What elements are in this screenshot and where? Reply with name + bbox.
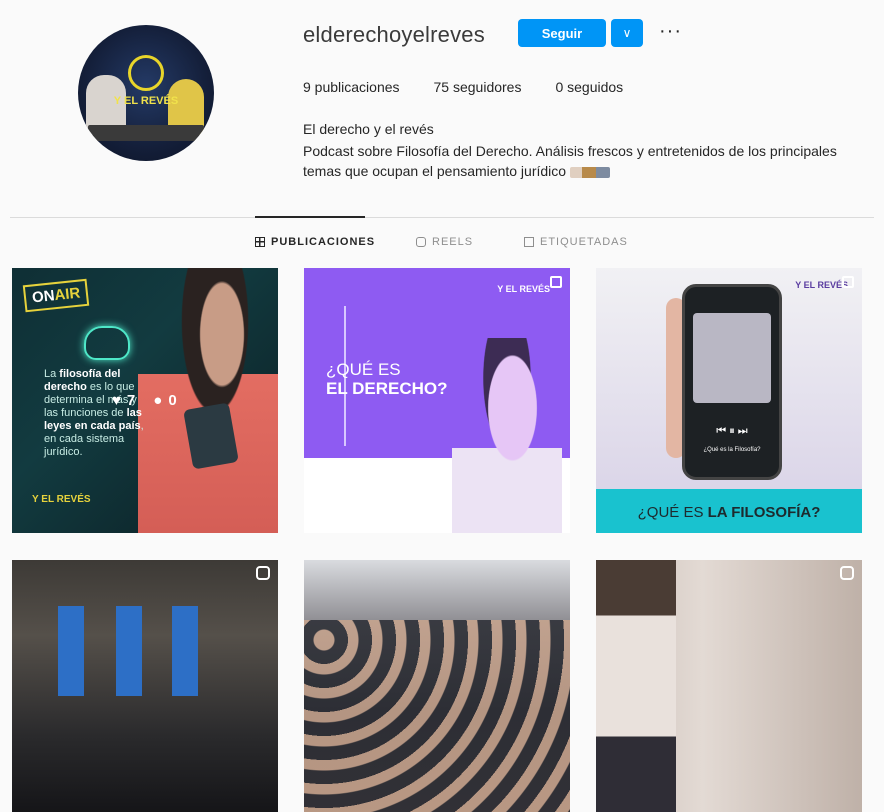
comment-icon: ● <box>153 392 163 409</box>
post-1-hover-stats: ♥ 7 ● 0 <box>112 392 177 409</box>
post-2-photo <box>452 338 562 533</box>
avatar-logo-text: Y EL REVÉS <box>113 95 179 107</box>
post-1-text: La filosofía del derecho es lo que deter… <box>44 368 144 458</box>
podcast-logo-icon <box>128 55 164 91</box>
tagged-icon <box>524 237 534 247</box>
post-2-title-line2: EL DERECHO? <box>326 379 448 398</box>
avatar-table <box>88 125 204 141</box>
like-count: 7 <box>126 392 136 409</box>
post-1[interactable]: ONAIR La filosofía del derecho es lo que… <box>12 268 278 533</box>
tab-etiquetadas[interactable]: ETIQUETADAS <box>524 236 628 248</box>
tabs-divider <box>10 217 874 218</box>
post-1-logo: Y EL REVÉS <box>32 494 91 505</box>
grid-icon <box>255 237 265 247</box>
stage-banner <box>116 606 142 696</box>
post-2-title: ¿QUÉ ES EL DERECHO? <box>326 360 448 398</box>
bio-name: El derecho y el revés <box>303 121 434 137</box>
crowd-photo <box>304 620 570 812</box>
post-6-photo <box>596 560 676 812</box>
suggested-accounts-button[interactable]: ∨ <box>611 19 643 47</box>
chevron-down-icon: ∨ <box>622 26 632 40</box>
carousel-icon <box>550 276 562 288</box>
carousel-icon <box>842 276 854 288</box>
post-6[interactable] <box>596 560 862 812</box>
profile-stats: 9 publicaciones 75 seguidores 0 seguidos <box>303 79 623 95</box>
tab-label: REELS <box>432 236 474 248</box>
bio-emoji-icon <box>569 166 610 178</box>
phone-screen <box>693 313 771 403</box>
post-2-title-line1: ¿QUÉ ES <box>326 360 401 379</box>
reels-icon <box>416 237 426 247</box>
posts-count: 9 publicaciones <box>303 79 400 95</box>
post-2[interactable]: ¿QUÉ ES EL DERECHO? Y EL REVÉS <box>304 268 570 533</box>
on-air-badge: ONAIR <box>22 278 90 313</box>
brain-icon <box>84 326 130 360</box>
reel-icon <box>840 566 854 580</box>
tab-publicaciones[interactable]: PUBLICACIONES <box>255 236 375 248</box>
comment-count: 0 <box>168 392 177 409</box>
reel-icon <box>256 566 270 580</box>
post-5[interactable] <box>304 560 570 812</box>
post-3[interactable]: ⏮ ⏸ ⏭ ¿Qué es la Filosofía? Y EL REVÉS ¿… <box>596 268 862 533</box>
player-controls: ⏮ ⏸ ⏭ <box>716 425 748 437</box>
stage-banner <box>58 606 84 696</box>
post-3-logo: Y EL REVÉS <box>795 280 848 290</box>
tab-label: ETIQUETADAS <box>540 236 628 248</box>
profile-avatar[interactable]: Y EL REVÉS <box>78 25 214 161</box>
heart-icon: ♥ <box>112 392 121 409</box>
active-tab-indicator <box>255 216 365 218</box>
phone-title: ¿Qué es la Filosofía? <box>703 447 761 453</box>
tab-reels[interactable]: REELS <box>416 236 473 248</box>
post-4[interactable] <box>12 560 278 812</box>
stage-banner <box>172 606 198 696</box>
post-2-logo: Y EL REVÉS <box>497 284 550 294</box>
bio-text: Podcast sobre Filosofía del Derecho. Aná… <box>303 141 863 181</box>
following-count[interactable]: 0 seguidos <box>555 79 623 95</box>
profile-username: elderechoyelreves <box>303 22 485 47</box>
tab-label: PUBLICACIONES <box>271 236 376 248</box>
more-options-icon[interactable]: ··· <box>659 20 682 43</box>
post-3-caption: ¿QUÉ ES LA FILOSOFÍA? <box>637 504 821 521</box>
followers-count[interactable]: 75 seguidores <box>434 79 522 95</box>
follow-button[interactable]: Seguir <box>518 19 606 47</box>
phone-image: ⏮ ⏸ ⏭ ¿Qué es la Filosofía? <box>682 284 782 480</box>
